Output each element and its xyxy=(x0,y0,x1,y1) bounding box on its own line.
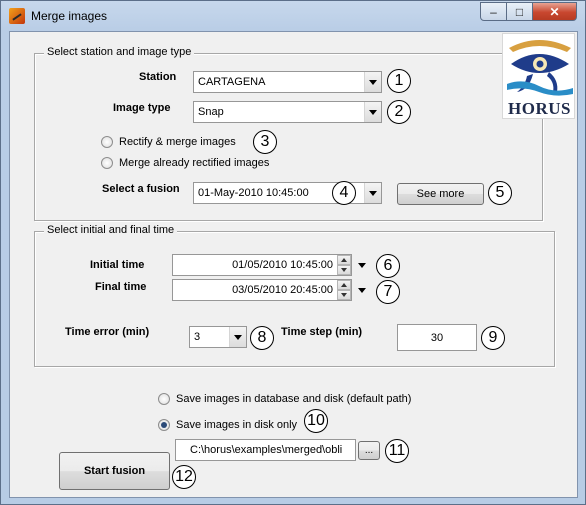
final-time-value: 03/05/2010 20:45:00 xyxy=(232,284,333,296)
time-panel-title: Select initial and final time xyxy=(44,224,178,236)
spin-up-icon[interactable] xyxy=(337,280,351,290)
window-title: Merge images xyxy=(31,9,108,23)
close-button[interactable]: ✕ xyxy=(532,2,577,21)
image-type-label: Image type xyxy=(113,102,171,114)
output-path-value: C:\horus\examples\merged\obli xyxy=(190,444,343,456)
browse-button[interactable]: ... xyxy=(358,441,380,460)
chevron-down-icon[interactable] xyxy=(364,102,381,122)
initial-time-value: 01/05/2010 10:45:00 xyxy=(232,259,333,271)
logo-text: HORUS xyxy=(508,99,571,118)
time-error-dropdown[interactable]: 3 xyxy=(189,326,247,348)
eye-of-horus-icon xyxy=(507,40,573,96)
marker-7: 7 xyxy=(376,280,400,304)
time-error-label: Time error (min) xyxy=(65,326,150,338)
image-type-dropdown[interactable]: Snap xyxy=(193,101,382,123)
marker-9: 9 xyxy=(481,326,505,350)
image-type-value: Snap xyxy=(198,106,224,118)
initial-time-label: Initial time xyxy=(90,259,145,271)
chevron-down-icon[interactable] xyxy=(229,327,246,347)
marker-3: 3 xyxy=(253,130,277,154)
radio-save-disk-label: Save images in disk only xyxy=(176,419,298,431)
station-value: CARTAGENA xyxy=(198,76,266,88)
radio-merge-rectified[interactable]: Merge already rectified images xyxy=(101,157,269,169)
initial-time-dropdown-icon[interactable] xyxy=(356,255,368,275)
radio-save-db-label: Save images in database and disk (defaul… xyxy=(176,393,412,405)
radio-save-db-and-disk[interactable]: Save images in database and disk (defaul… xyxy=(158,393,411,405)
matlab-app-icon xyxy=(9,8,25,24)
station-label: Station xyxy=(139,71,177,83)
radio-save-disk-only[interactable]: Save images in disk only xyxy=(158,419,297,431)
radio-circle-selected[interactable] xyxy=(158,419,170,431)
title-bar[interactable]: Merge images ‒ □ ✕ xyxy=(1,1,585,31)
marker-4: 4 xyxy=(332,181,356,205)
radio-circle[interactable] xyxy=(101,136,113,148)
merge-images-window: Merge images ‒ □ ✕ Select station and im… xyxy=(0,0,586,505)
final-time-label: Final time xyxy=(95,281,147,293)
station-dropdown[interactable]: CARTAGENA xyxy=(193,71,382,93)
time-step-field[interactable]: 30 xyxy=(397,324,477,351)
output-path-field[interactable]: C:\horus\examples\merged\obli xyxy=(175,439,356,461)
start-fusion-button[interactable]: Start fusion xyxy=(59,452,170,490)
chevron-down-icon[interactable] xyxy=(364,183,381,203)
spin-down-icon[interactable] xyxy=(337,290,351,300)
radio-circle[interactable] xyxy=(101,157,113,169)
final-time-dropdown-icon[interactable] xyxy=(356,280,368,300)
marker-5: 5 xyxy=(488,181,512,205)
fusion-label: Select a fusion xyxy=(102,183,180,195)
time-error-value: 3 xyxy=(194,331,201,343)
final-time-spinner[interactable] xyxy=(337,280,351,300)
spin-up-icon[interactable] xyxy=(337,255,351,265)
minimize-button[interactable]: ‒ xyxy=(480,2,507,21)
radio-rectify-merge[interactable]: Rectify & merge images xyxy=(101,136,236,148)
marker-8: 8 xyxy=(250,326,274,350)
maximize-button[interactable]: □ xyxy=(506,2,533,21)
marker-11: 11 xyxy=(385,439,409,463)
initial-time-field[interactable]: 01/05/2010 10:45:00 xyxy=(172,254,352,276)
initial-time-spinner[interactable] xyxy=(337,255,351,275)
marker-10: 10 xyxy=(304,409,328,433)
time-step-label: Time step (min) xyxy=(281,326,363,338)
see-more-button[interactable]: See more xyxy=(397,183,484,205)
radio-rectify-label: Rectify & merge images xyxy=(119,136,236,148)
marker-1: 1 xyxy=(387,69,411,93)
spin-down-icon[interactable] xyxy=(337,265,351,275)
horus-logo: HORUS xyxy=(502,33,575,119)
marker-2: 2 xyxy=(387,100,411,124)
marker-12: 12 xyxy=(172,465,196,489)
chevron-down-icon[interactable] xyxy=(364,72,381,92)
final-time-field[interactable]: 03/05/2010 20:45:00 xyxy=(172,279,352,301)
client-area: Select station and image type HORUS Stat… xyxy=(9,31,578,498)
radio-merge-rectified-label: Merge already rectified images xyxy=(119,157,270,169)
station-panel-title: Select station and image type xyxy=(44,46,195,58)
marker-6: 6 xyxy=(376,254,400,278)
time-step-value: 30 xyxy=(430,331,444,344)
radio-circle[interactable] xyxy=(158,393,170,405)
